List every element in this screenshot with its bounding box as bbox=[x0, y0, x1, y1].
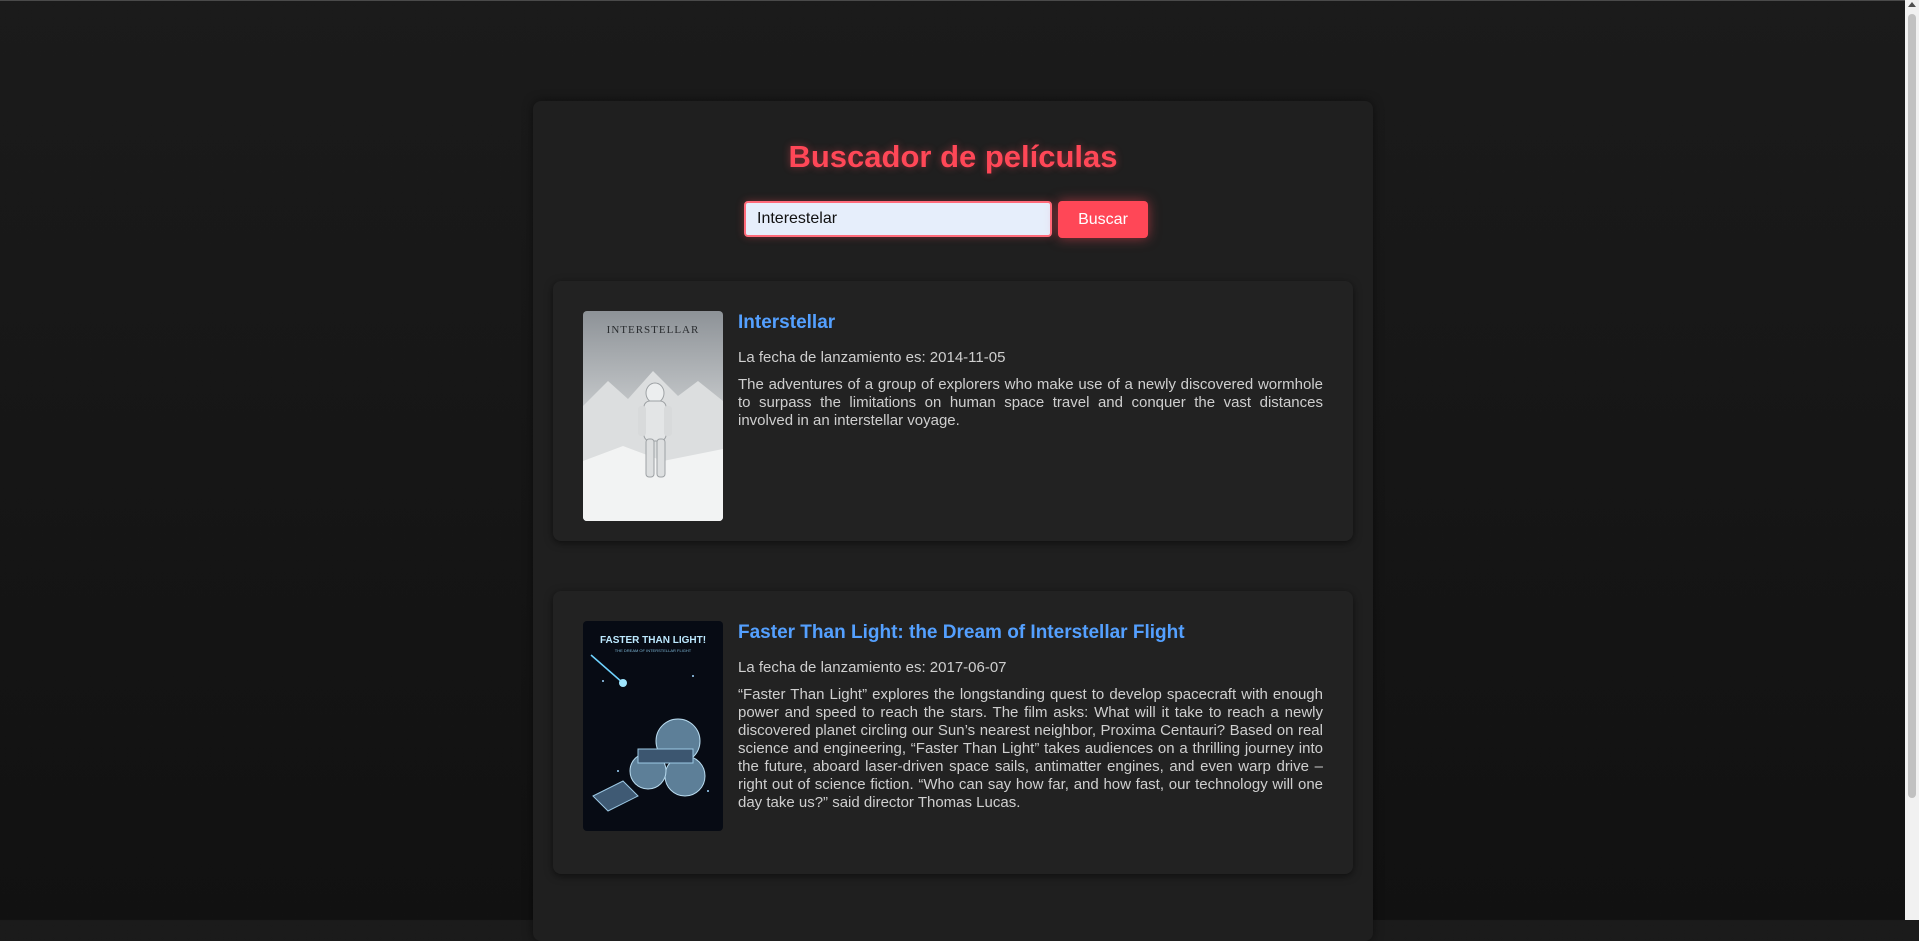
movie-card: INTERSTELLAR Interstellar La fecha de la… bbox=[553, 281, 1353, 541]
main-container: Buscador de películas Buscar bbox=[533, 101, 1373, 941]
scrollbar-thumb[interactable] bbox=[1908, 14, 1916, 798]
window-top-border bbox=[0, 0, 1905, 1]
search-bar: Buscar bbox=[744, 201, 1148, 238]
movie-poster: INTERSTELLAR bbox=[583, 311, 723, 521]
movie-info: Faster Than Light: the Dream of Interste… bbox=[738, 621, 1323, 812]
poster-title-text: INTERSTELLAR bbox=[607, 324, 700, 336]
movie-overview: “Faster Than Light” explores the longsta… bbox=[738, 686, 1323, 811]
search-input[interactable] bbox=[744, 201, 1052, 237]
release-date: La fecha de lanzamiento es: 2014-11-05 bbox=[738, 349, 1006, 366]
scroll-up-arrow-icon[interactable] bbox=[1908, 2, 1916, 7]
movie-title[interactable]: Interstellar bbox=[738, 311, 1323, 335]
movie-overview: The adventures of a group of explorers w… bbox=[738, 376, 1323, 429]
page-title: Buscador de películas bbox=[788, 139, 1118, 174]
movie-poster: FASTER THAN LIGHT! THE DREAM OF INTERSTE… bbox=[583, 621, 723, 831]
poster-subtitle-text: THE DREAM OF INTERSTELLAR FLIGHT bbox=[615, 648, 692, 653]
movie-info: Interstellar La fecha de lanzamiento es:… bbox=[738, 311, 1323, 430]
movie-title[interactable]: Faster Than Light: the Dream of Interste… bbox=[738, 621, 1323, 645]
release-date: La fecha de lanzamiento es: 2017-06-07 bbox=[738, 659, 1007, 676]
search-button[interactable]: Buscar bbox=[1058, 201, 1148, 238]
movie-card: FASTER THAN LIGHT! THE DREAM OF INTERSTE… bbox=[553, 591, 1353, 874]
vertical-scrollbar[interactable] bbox=[1905, 0, 1919, 920]
poster-title-text: FASTER THAN LIGHT! bbox=[600, 635, 706, 646]
